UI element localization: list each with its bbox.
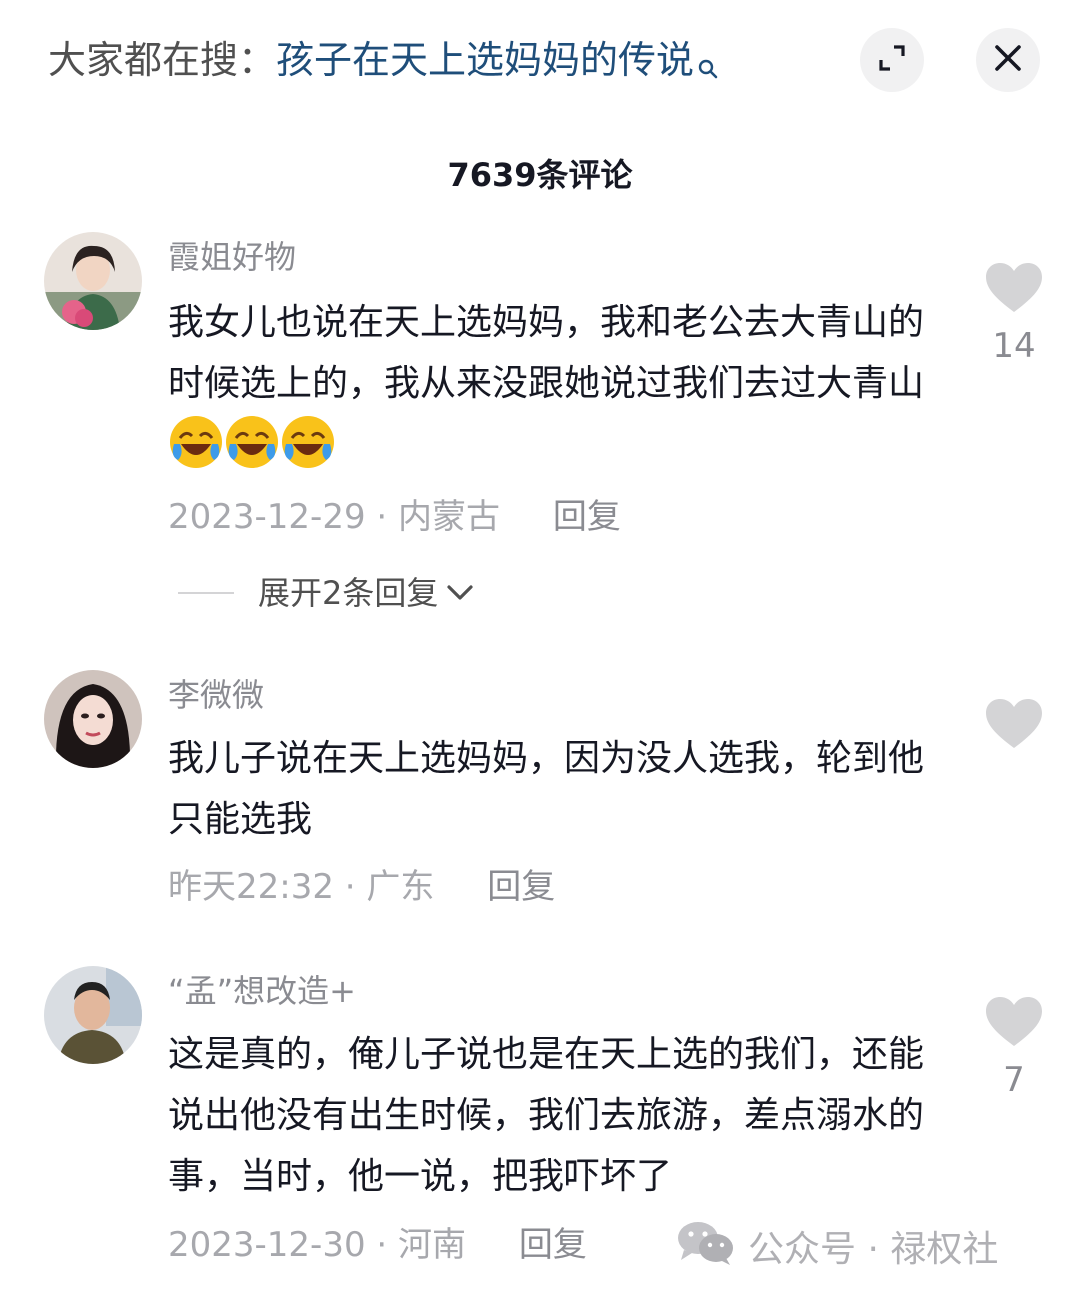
laugh-cry-emoji [168, 414, 224, 470]
comment-text-body: 我女儿也说在天上选妈妈，我和老公去大青山的时候选上的，我从来没跟她说过我们去过大… [168, 302, 925, 404]
comment-meta: 2023-12-30 · 河南 回复 [168, 1220, 587, 1270]
comment-text: 我儿子说在天上选妈妈，因为没人选我，轮到他只能选我 [168, 738, 925, 840]
reply-button[interactable]: 回复 [519, 1225, 587, 1265]
comment-date: 2023-12-29 [168, 497, 366, 537]
comment-date: 2023-12-30 [168, 1225, 366, 1265]
comment-location: 广东 [366, 867, 435, 907]
reply-button[interactable]: 回复 [553, 497, 621, 537]
heart-icon [985, 263, 1043, 318]
comment-text: 这是真的，俺儿子说也是在天上选的我们，还能说出他没有出生时候，我们去旅游，差点溺… [168, 1034, 925, 1197]
comment-meta: 2023-12-29 · 内蒙古 回复 [168, 492, 621, 542]
divider [178, 592, 234, 594]
comment-location: 河南 [398, 1225, 467, 1265]
laugh-cry-emoji [280, 414, 336, 470]
top-bar: 大家都在搜：孩子在天上选妈妈的传说 [0, 0, 1080, 120]
chevron-down-icon [446, 584, 474, 602]
expand-replies-label: 展开2条回复 [258, 574, 439, 612]
search-query-link[interactable]: 孩子在天上选妈妈的传说 [276, 38, 694, 82]
comment-count-title: 7639条评论 [447, 156, 633, 194]
like-button[interactable]: 14 [984, 262, 1044, 368]
avatar[interactable] [44, 232, 142, 330]
expand-button[interactable] [860, 28, 924, 92]
comment-username[interactable]: 李微微 [168, 672, 264, 718]
watermark: 公众号 · 禄权社 [676, 1220, 998, 1280]
like-count: 7 [1003, 1060, 1025, 1100]
search-icon[interactable] [698, 38, 718, 94]
comment-username[interactable]: “孟”想改造+ [168, 968, 356, 1014]
watermark-text: 公众号 · 禄权社 [748, 1229, 999, 1270]
close-icon [994, 44, 1022, 76]
like-count: 14 [992, 326, 1036, 366]
like-button[interactable]: 7 [984, 996, 1044, 1102]
heart-icon [985, 997, 1043, 1052]
comment-username[interactable]: 霞姐好物 [168, 234, 296, 280]
laugh-cry-emoji [224, 414, 280, 470]
comment-date: 昨天22:32 [168, 867, 334, 907]
meta-separator: · [376, 1225, 399, 1265]
close-button[interactable] [976, 28, 1040, 92]
reply-button[interactable]: 回复 [487, 867, 555, 907]
heart-icon [985, 699, 1043, 754]
meta-separator: · [376, 497, 399, 537]
avatar[interactable] [44, 670, 142, 768]
search-prefix: 大家都在搜： [48, 38, 277, 82]
comment-text: 我女儿也说在天上选妈妈，我和老公去大青山的时候选上的，我从来没跟她说过我们去过大… [168, 292, 958, 475]
expand-icon [877, 43, 907, 77]
expand-replies-button[interactable]: 展开2条回复 [178, 568, 474, 618]
wechat-icon [676, 1220, 748, 1280]
comment-meta: 昨天22:32 · 广东 回复 [168, 862, 555, 912]
search-suggestion[interactable]: 大家都在搜：孩子在天上选妈妈的传说 [48, 32, 718, 94]
comment-location: 内蒙古 [398, 497, 501, 537]
like-button[interactable] [984, 698, 1044, 760]
meta-separator: · [344, 867, 367, 907]
avatar[interactable] [44, 966, 142, 1064]
